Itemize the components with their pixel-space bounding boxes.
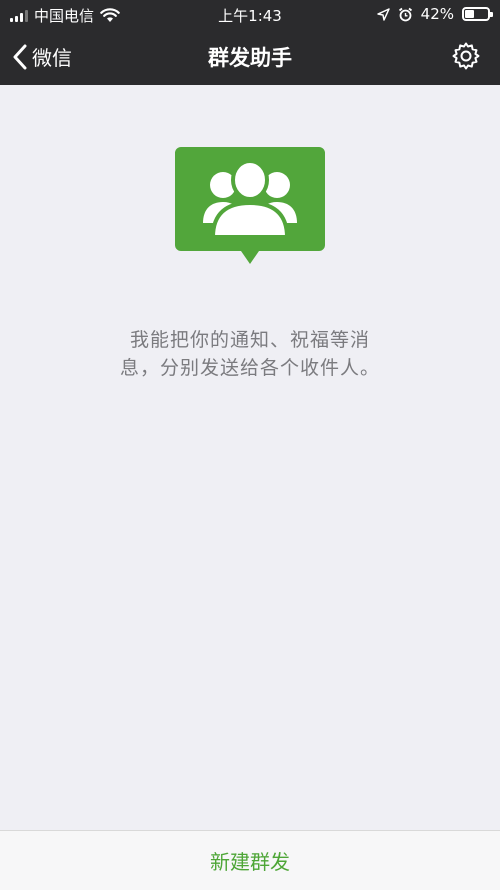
location-arrow-icon [376,7,390,21]
navigation-bar: 微信 群发助手 [0,28,500,85]
description-text: 我能把你的通知、祝福等消 息，分别发送给各个收件人。 [80,326,420,382]
battery-icon [462,7,493,21]
battery-percent: 42% [420,5,454,23]
page-title: 群发助手 [208,46,292,70]
new-broadcast-label: 新建群发 [210,850,290,874]
alarm-icon [398,7,412,21]
group-broadcast-icon [175,147,325,264]
description-line-1: 我能把你的通知、祝福等消 [129,329,370,351]
description-line-2: 息，分别发送给各个收件人。 [119,357,380,379]
battery-level-fill [465,10,474,18]
settings-gear-icon[interactable] [452,42,480,70]
status-bar: 中国电信 上午1:43 42% [0,0,500,28]
new-broadcast-button[interactable]: 新建群发 [0,830,500,890]
top-bar: 中国电信 上午1:43 42% 微信 群发助手 [0,0,500,85]
